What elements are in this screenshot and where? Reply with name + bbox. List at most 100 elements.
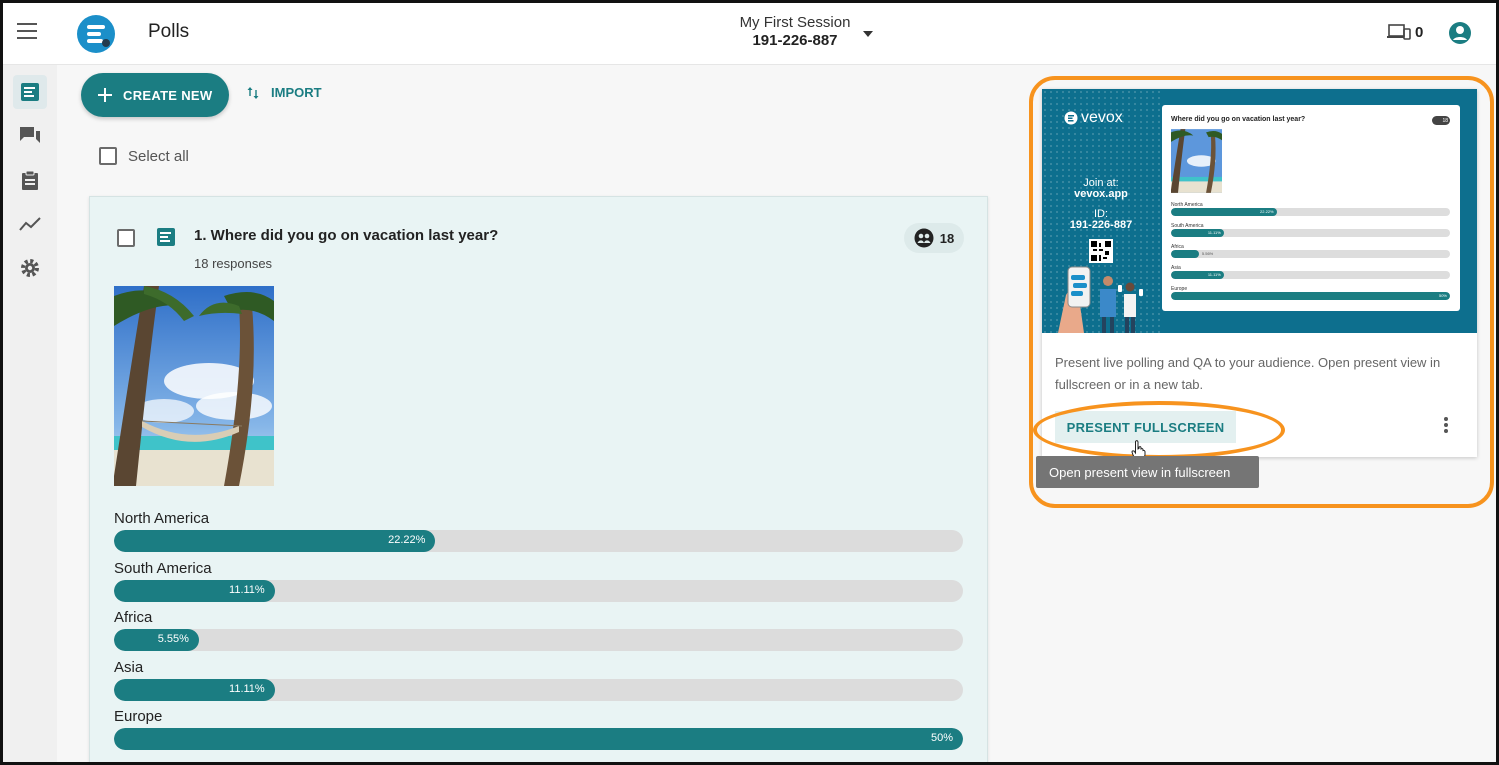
option-bar-track: 50% xyxy=(114,728,963,750)
preview-option-percent: 11.11% xyxy=(1207,272,1221,277)
preview-option: North America 22.22% xyxy=(1171,202,1450,216)
import-button[interactable]: IMPORT xyxy=(247,85,322,100)
app-window: Polls My First Session 191-226-887 0 CRE… xyxy=(0,0,1499,765)
rail-item-surveys[interactable] xyxy=(13,163,47,197)
participant-badge: 18 xyxy=(904,223,964,253)
devices-icon xyxy=(1387,24,1411,40)
option-label: North America xyxy=(114,510,210,527)
preview-count-badge: 18 xyxy=(1432,116,1450,125)
preview-count: 18 xyxy=(1442,117,1448,124)
present-card: vevox Join at: vevox.app ID: 191-226-887 xyxy=(1042,89,1477,457)
preview-bar-track: 22.22% xyxy=(1171,208,1450,216)
top-bar: Polls My First Session 191-226-887 0 xyxy=(3,3,1496,65)
settings-icon xyxy=(21,259,39,277)
preview-option-percent: 50% xyxy=(1438,293,1447,298)
present-preview[interactable]: vevox Join at: vevox.app ID: 191-226-887 xyxy=(1042,89,1477,333)
option-bar-fill: 11.11% xyxy=(114,580,275,602)
session-id-value: 191-226-887 xyxy=(1069,219,1133,231)
rail-item-settings[interactable] xyxy=(13,251,47,285)
poll-question[interactable]: 1. Where did you go on vacation last yea… xyxy=(194,227,498,244)
preview-bar-fill: 5.56% xyxy=(1171,250,1213,258)
rail-item-polls[interactable] xyxy=(13,75,47,109)
preview-bar-fill: 11.11% xyxy=(1171,229,1224,237)
preview-bar-track: 11.11% xyxy=(1171,271,1450,279)
beach-hammock-image xyxy=(114,286,274,486)
vevox-logo-icon xyxy=(1064,111,1078,125)
device-count: 0 xyxy=(1415,23,1424,41)
rail-item-qa[interactable] xyxy=(13,119,47,153)
option-bar-track: 22.22% xyxy=(114,530,963,552)
poll-type-icon xyxy=(157,228,175,246)
preview-option-percent: 22.22% xyxy=(1260,209,1274,214)
preview-option: Europe 50% xyxy=(1171,286,1450,300)
option-label: Africa xyxy=(114,609,153,626)
rail-item-analytics[interactable] xyxy=(13,207,47,241)
option-bar-track: 5.55% xyxy=(114,629,963,651)
select-all-checkbox[interactable] xyxy=(99,147,117,165)
option-percent: 22.22% xyxy=(388,534,426,546)
preview-bar-track: 11.11% xyxy=(1171,229,1450,237)
session-id: 191-226-887 xyxy=(752,32,838,49)
hamburger-icon[interactable] xyxy=(17,23,37,39)
option-percent: 5.55% xyxy=(157,633,189,645)
option-bar-track: 11.11% xyxy=(114,679,963,701)
qa-icon xyxy=(20,127,40,143)
preview-option-percent: 11.11% xyxy=(1207,230,1221,235)
poll-option: South America 11.11% xyxy=(114,560,963,602)
poll-checkbox[interactable] xyxy=(117,229,135,247)
brand-text: vevox xyxy=(1081,109,1123,126)
swap-vertical-icon xyxy=(247,86,259,99)
qr-code-icon xyxy=(1089,239,1113,263)
poll-option: Africa 5.55% xyxy=(114,609,963,651)
preview-option: Asia 11.11% xyxy=(1171,265,1450,279)
option-percent: 50% xyxy=(930,732,953,744)
preview-bar-fill: 11.11% xyxy=(1171,271,1224,279)
poll-option: North America 22.22% xyxy=(114,510,963,552)
preview-slide: Where did you go on vacation last year? … xyxy=(1162,105,1460,311)
session-name: My First Session xyxy=(739,14,851,31)
preview-option-percent: 5.56% xyxy=(1201,251,1214,256)
option-label: Europe xyxy=(114,708,163,725)
select-all-control[interactable]: Select all xyxy=(99,147,189,165)
option-bar-fill: 22.22% xyxy=(114,530,436,552)
preview-bar-track: 5.56% xyxy=(1171,250,1450,258)
poll-option: Europe 50% xyxy=(114,708,963,750)
option-bar-fill: 5.55% xyxy=(114,629,199,651)
option-bar-fill: 50% xyxy=(114,728,963,750)
create-new-button[interactable]: CREATE NEW xyxy=(81,73,229,117)
participant-count: 18 xyxy=(939,230,955,246)
audience-illustration xyxy=(1058,266,1143,333)
preview-bar-fill: 50% xyxy=(1171,292,1450,300)
poll-card[interactable]: 1. Where did you go on vacation last yea… xyxy=(89,196,988,762)
preview-option: Africa 5.56% xyxy=(1171,244,1450,258)
poll-option: Asia 11.11% xyxy=(114,659,963,701)
account-circle-icon[interactable] xyxy=(1448,21,1472,45)
vevox-logo-icon xyxy=(77,15,115,53)
devices-button[interactable]: 0 xyxy=(1387,23,1423,41)
preview-question: Where did you go on vacation last year? xyxy=(1171,116,1306,123)
preview-bar-track: 50% xyxy=(1171,292,1450,300)
join-url: vevox.app xyxy=(1074,188,1128,200)
option-label: Asia xyxy=(114,659,144,676)
preview-bar-fill: 22.22% xyxy=(1171,208,1277,216)
plus-icon xyxy=(98,88,112,102)
session-selector[interactable]: My First Session 191-226-887 xyxy=(715,14,875,49)
page-title: Polls xyxy=(148,21,190,42)
option-bar-track: 11.11% xyxy=(114,580,963,602)
option-percent: 11.11% xyxy=(229,683,265,695)
preview-beach-image xyxy=(1171,129,1222,193)
select-all-label: Select all xyxy=(128,147,189,165)
option-bar-fill: 11.11% xyxy=(114,679,275,701)
option-label: South America xyxy=(114,560,212,577)
option-percent: 11.11% xyxy=(229,584,265,596)
polls-icon xyxy=(21,83,39,101)
button-highlight-annotation xyxy=(1033,401,1285,459)
preview-brand: vevox xyxy=(1064,109,1123,127)
survey-icon xyxy=(22,170,38,190)
more-options-icon[interactable] xyxy=(1440,417,1452,439)
present-description: Present live polling and QA to your audi… xyxy=(1055,355,1441,392)
create-new-label: CREATE NEW xyxy=(123,87,213,103)
tooltip: Open present view in fullscreen xyxy=(1036,456,1259,488)
import-label: IMPORT xyxy=(271,85,322,100)
caret-down-icon xyxy=(863,31,873,37)
